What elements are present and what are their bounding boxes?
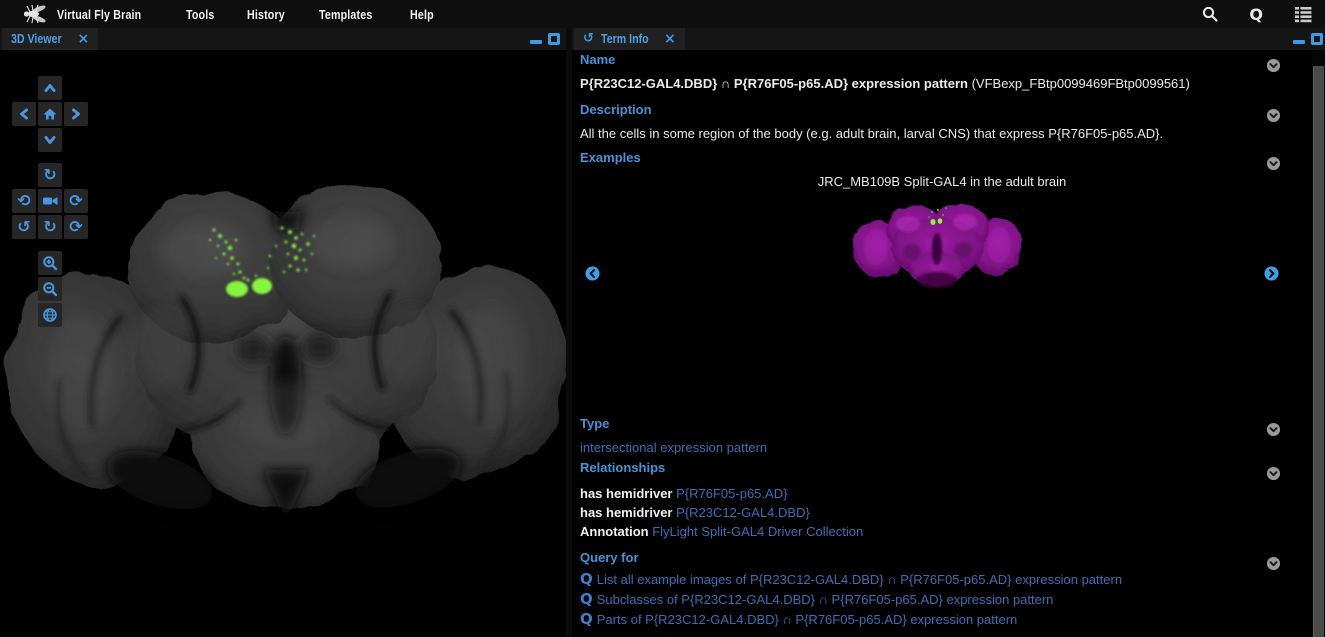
- term-tab-title: Term Info: [601, 32, 649, 46]
- section-label-name: Name: [580, 52, 615, 67]
- rotate-cw-icon: ⟳: [69, 219, 82, 235]
- scrollbar-thumb[interactable]: [1313, 66, 1324, 637]
- rotate-loop-icon: ↻: [43, 167, 56, 183]
- query-row: Q Parts of P{R23C12-GAL4.DBD} ∩ P{R76F05…: [580, 610, 1017, 628]
- term-tab-close-icon[interactable]: ×: [664, 33, 676, 45]
- viewer-maximize-icon[interactable]: [548, 33, 560, 45]
- rotate-cw-icon: ⟳: [69, 193, 82, 209]
- section-label-examples: Examples: [580, 150, 641, 165]
- section-label-description: Description: [580, 102, 652, 117]
- rotate-ccw-icon: ↺: [17, 219, 30, 235]
- query-row: Q List all example images of P{R23C12-GA…: [580, 570, 1122, 588]
- search-icon[interactable]: [1201, 5, 1219, 23]
- collapse-type-button[interactable]: [1266, 422, 1281, 437]
- relationship-predicate: has hemidriver: [580, 505, 673, 520]
- rotate-ccw-z-button[interactable]: ↺: [12, 215, 36, 239]
- section-label-relationships: Relationships: [580, 460, 665, 475]
- list-icon[interactable]: [1293, 6, 1313, 23]
- zoom-out-button[interactable]: [38, 277, 62, 301]
- query-link[interactable]: Subclasses of P{R23C12-GAL4.DBD} ∩ P{R76…: [597, 592, 1054, 607]
- relationship-row: has hemidriver P{R76F05-p65.AD}: [580, 486, 787, 501]
- type-value-link[interactable]: intersectional expression pattern: [580, 440, 767, 455]
- globe-button[interactable]: [38, 303, 62, 327]
- carousel-prev-button[interactable]: [585, 266, 600, 281]
- query-q-icon: Q: [580, 610, 593, 628]
- relationship-row: Annotation FlyLight Split-GAL4 Driver Co…: [580, 524, 863, 539]
- rotate-circle-icon: ↻: [43, 219, 56, 235]
- zoom-out-icon: [42, 281, 58, 297]
- relationship-object-link[interactable]: P{R23C12-GAL4.DBD}: [676, 505, 810, 520]
- viewer-minimize-icon[interactable]: [530, 40, 542, 44]
- menu-item-virtual-fly-brain[interactable]: Virtual Fly Brain: [57, 7, 141, 22]
- menubar: Virtual Fly Brain Tools History Template…: [0, 0, 1325, 28]
- example-image-thumbnail[interactable]: [852, 192, 1022, 292]
- relationship-object-link[interactable]: P{R76F05-p65.AD}: [676, 486, 787, 501]
- term-info-content: Name P{R23C12-GAL4.DBD} ∩ P{R76F05-p65.A…: [572, 50, 1325, 637]
- query-q-icon: Q: [580, 570, 593, 588]
- term-info-scrollbar[interactable]: [1312, 50, 1325, 637]
- camera-button[interactable]: [38, 189, 62, 213]
- menu-item-history[interactable]: History: [247, 7, 285, 22]
- term-description: All the cells in some region of the body…: [580, 126, 1280, 141]
- section-label-query-for: Query for: [580, 550, 639, 565]
- viewer-tab-close-icon[interactable]: ×: [78, 33, 90, 45]
- relationship-predicate: Annotation: [580, 524, 649, 539]
- vfb-fly-logo-icon[interactable]: [22, 3, 48, 25]
- zoom-in-button[interactable]: [38, 251, 62, 275]
- term-info-panel-header: ↺ Term Info ×: [572, 28, 1325, 50]
- 3d-viewer-canvas[interactable]: ↻ ⟲ ⟳ ↺ ↻ ⟳: [0, 50, 566, 637]
- chevron-right-icon: [74, 110, 79, 118]
- pan-left-button[interactable]: [12, 102, 36, 126]
- query-icon[interactable]: Q: [1249, 5, 1263, 24]
- viewer-panel-header: 3D Viewer ×: [0, 28, 566, 50]
- pan-up-button[interactable]: [38, 76, 62, 100]
- query-link[interactable]: Parts of P{R23C12-GAL4.DBD} ∩ P{R76F05-p…: [597, 612, 1018, 627]
- query-q-icon: Q: [580, 590, 593, 608]
- rotate-loop-button[interactable]: ↻: [38, 163, 62, 187]
- chevron-up-icon: [46, 86, 54, 91]
- relationship-predicate: has hemidriver: [580, 486, 673, 501]
- menu-item-tools[interactable]: Tools: [186, 7, 214, 22]
- relationship-object-link[interactable]: FlyLight Split-GAL4 Driver Collection: [652, 524, 863, 539]
- globe-icon: [42, 307, 58, 323]
- collapse-query-for-button[interactable]: [1266, 556, 1281, 571]
- home-icon: [42, 106, 58, 122]
- query-row: Q Subclasses of P{R23C12-GAL4.DBD} ∩ P{R…: [580, 590, 1053, 608]
- rotate-ccw-x-button[interactable]: ⟲: [12, 189, 36, 213]
- collapse-relationships-button[interactable]: [1266, 466, 1281, 481]
- video-camera-icon: [42, 193, 59, 209]
- menu-item-help[interactable]: Help: [410, 7, 434, 22]
- viewer-tab-title: 3D Viewer: [11, 32, 62, 46]
- rotate-cw-z-button[interactable]: ⟳: [64, 215, 88, 239]
- carousel-next-button[interactable]: [1264, 266, 1279, 281]
- tab-term-info[interactable]: ↺ Term Info ×: [574, 28, 685, 50]
- example-caption: JRC_MB109B Split-GAL4 in the adult brain: [572, 174, 1312, 189]
- collapse-description-button[interactable]: [1266, 108, 1281, 123]
- pan-right-button[interactable]: [64, 102, 88, 126]
- relationship-row: has hemidriver P{R23C12-GAL4.DBD}: [580, 505, 810, 520]
- collapse-examples-button[interactable]: [1266, 156, 1281, 171]
- query-link[interactable]: List all example images of P{R23C12-GAL4…: [597, 572, 1122, 587]
- menubar-icons: Q: [1201, 0, 1313, 28]
- rotate-cw-x-button[interactable]: ⟳: [64, 189, 88, 213]
- term-name-id: (VFBexp_FBtp0099469FBtp0099561): [968, 76, 1190, 91]
- term-name-value: P{R23C12-GAL4.DBD} ∩ P{R76F05-p65.AD} ex…: [580, 76, 1280, 91]
- rotate-reset-button[interactable]: ↻: [38, 215, 62, 239]
- chevron-down-icon: [46, 138, 54, 143]
- term-history-icon[interactable]: ↺: [583, 33, 594, 45]
- term-name-bold: P{R23C12-GAL4.DBD} ∩ P{R76F05-p65.AD} ex…: [580, 76, 968, 91]
- zoom-in-icon: [42, 255, 58, 271]
- main-menu: Virtual Fly Brain Tools History Template…: [57, 0, 439, 28]
- menu-item-templates[interactable]: Templates: [319, 7, 372, 22]
- term-minimize-icon[interactable]: [1293, 40, 1305, 44]
- home-button[interactable]: [38, 102, 62, 126]
- pan-down-button[interactable]: [38, 128, 62, 152]
- chevron-left-icon: [22, 110, 27, 118]
- tab-3d-viewer[interactable]: 3D Viewer ×: [2, 28, 98, 50]
- section-label-type: Type: [580, 416, 609, 431]
- brain-3d-render: [0, 50, 566, 637]
- term-maximize-icon[interactable]: [1311, 33, 1323, 45]
- rotate-ccw-icon: ⟲: [17, 193, 30, 209]
- collapse-name-button[interactable]: [1266, 58, 1281, 73]
